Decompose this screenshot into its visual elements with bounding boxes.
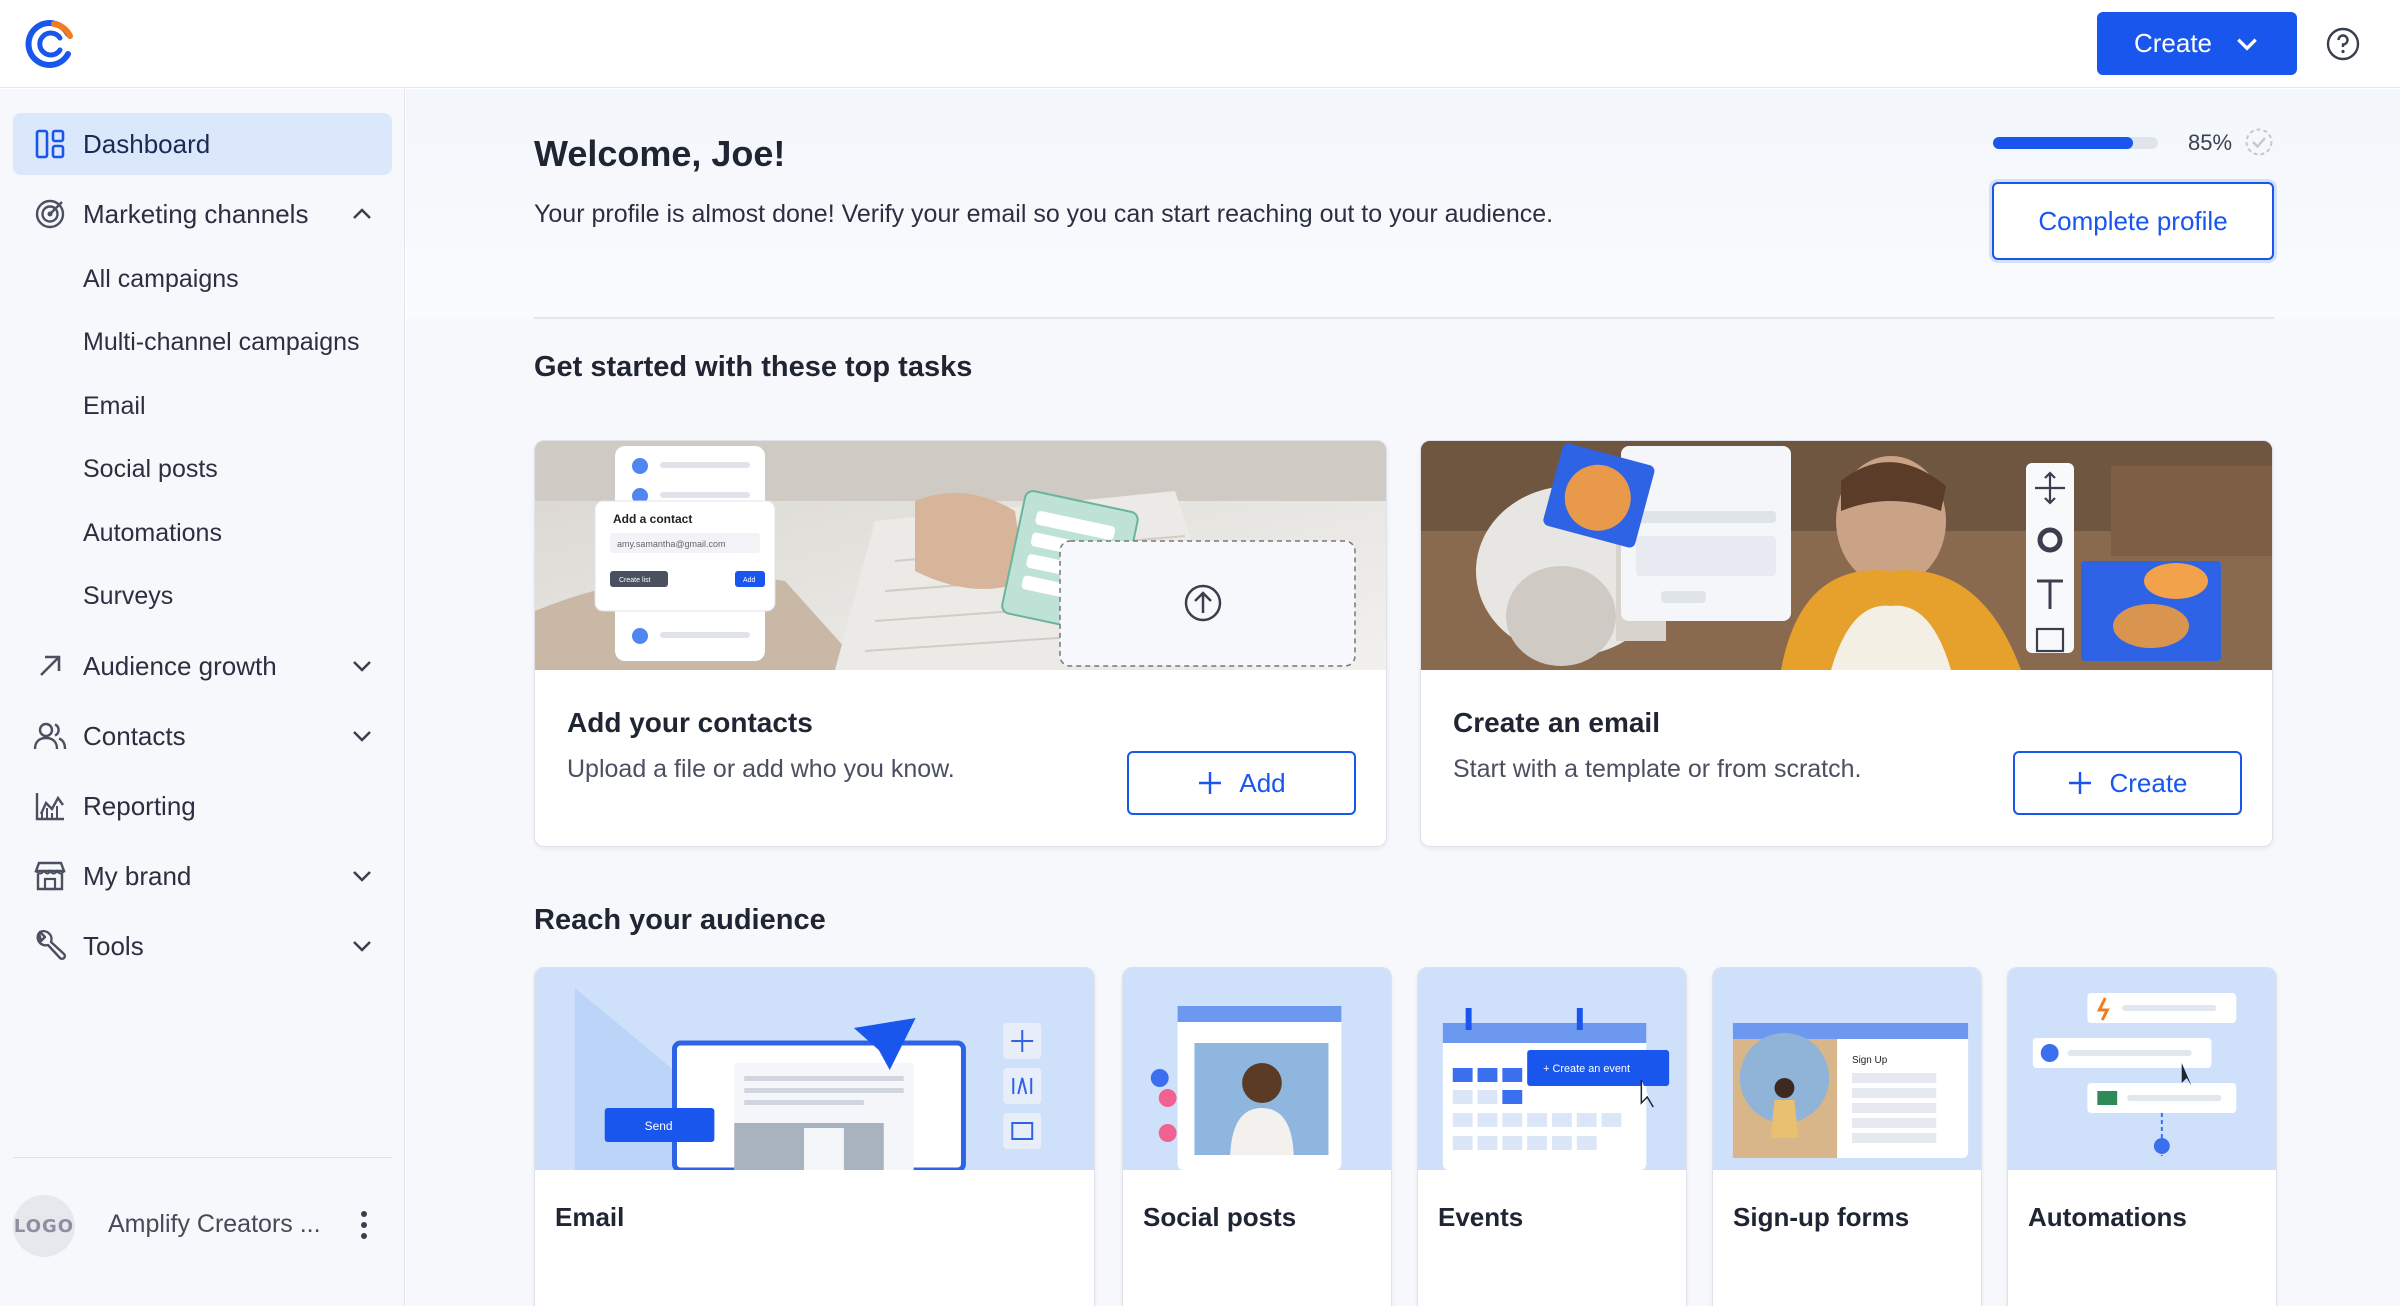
sidebar-item-label: Dashboard <box>83 128 211 159</box>
audience-card-label: Automations <box>2028 1202 2187 1232</box>
target-icon <box>35 199 65 229</box>
sidebar-subitem-email[interactable]: Email <box>83 392 146 421</box>
email-illustration: Send <box>535 968 1094 1170</box>
button-label: Add <box>1239 767 1286 798</box>
arrow-up-right-icon <box>40 655 61 676</box>
audience-card-automations[interactable]: Automations <box>2007 967 2277 1306</box>
sidebar-item-dashboard[interactable]: Dashboard <box>13 113 392 175</box>
illustration-text: Add a contact <box>613 512 692 526</box>
add-contacts-illustration: Add a contact amy.samantha@gmail.com Cre… <box>535 441 1386 670</box>
sidebar-item-label: Reporting <box>83 790 196 821</box>
main-content: Welcome, Joe! Your profile is almost don… <box>406 89 2400 1306</box>
welcome-message: Your profile is almost done! Verify your… <box>534 200 1554 228</box>
welcome-title: Welcome, Joe! <box>534 133 786 174</box>
dashboard-icon <box>35 129 65 159</box>
audience-card-label: Sign-up forms <box>1733 1202 1910 1232</box>
social-posts-illustration <box>1123 968 1391 1170</box>
brand-logo[interactable] <box>24 18 76 70</box>
storefront-icon <box>34 861 66 891</box>
sidebar-item-label: Audience growth <box>83 650 277 681</box>
sidebar-subitem-surveys[interactable]: Surveys <box>83 582 173 611</box>
illustration-text: Sign Up <box>1852 1055 1888 1066</box>
sidebar-item-contacts[interactable]: Contacts <box>13 705 392 767</box>
sidebar-subitem-all-campaigns[interactable]: All campaigns <box>83 265 239 294</box>
audience-card-social-posts[interactable]: Social posts <box>1122 967 1392 1306</box>
profile-progress-fill <box>1993 137 2134 149</box>
task-card-create-email[interactable]: Create an email Start with a template or… <box>1420 440 2273 847</box>
plus-icon <box>1199 772 1222 794</box>
chevron-down-icon <box>2237 38 2257 51</box>
sidebar-item-tools[interactable]: Tools <box>13 915 392 977</box>
audience-card-label: Events <box>1438 1202 1524 1232</box>
plus-icon <box>2069 772 2092 794</box>
automations-illustration <box>2008 968 2276 1170</box>
check-circle-icon <box>2245 128 2273 156</box>
task-card-description: Start with a template or from scratch. <box>1453 755 1862 783</box>
sign-up-forms-illustration: Sign Up <box>1713 968 1981 1170</box>
account-name: Amplify Creators ... <box>108 1210 321 1238</box>
audience-card-email[interactable]: Send Email <box>534 967 1095 1306</box>
wrench-icon <box>36 930 67 961</box>
sidebar-item-marketing-channels[interactable]: Marketing channels <box>13 183 392 245</box>
create-button[interactable]: Create <box>2097 12 2297 75</box>
account-switcher[interactable]: LOGO Amplify Creators ... <box>13 1195 392 1257</box>
top-bar: Create <box>0 0 2400 88</box>
create-button-label: Create <box>2133 28 2213 58</box>
chevron-down-icon <box>353 871 371 882</box>
profile-progress-bar <box>1993 137 2158 149</box>
illustration-text: + Create an event <box>1543 1063 1630 1075</box>
audience-card-events[interactable]: + Create an event Events <box>1417 967 1687 1306</box>
complete-profile-button[interactable]: Complete profile <box>1992 182 2274 260</box>
chevron-down-icon <box>353 731 371 742</box>
sidebar-subitem-automations[interactable]: Automations <box>83 519 222 548</box>
task-card-title: Create an email <box>1453 707 1660 738</box>
sidebar-item-audience-growth[interactable]: Audience growth <box>13 635 392 697</box>
button-label: Create <box>2109 767 2188 798</box>
create-email-button[interactable]: Create <box>2013 751 2242 815</box>
sidebar: Dashboard Marketing channels All campaig… <box>0 89 405 1306</box>
task-card-add-contacts[interactable]: Add a contact amy.samantha@gmail.com Cre… <box>534 440 1387 847</box>
chevron-down-icon <box>353 661 371 672</box>
sidebar-item-reporting[interactable]: Reporting <box>13 775 392 837</box>
chart-icon <box>35 793 64 821</box>
reach-audience-title: Reach your audience <box>534 904 826 936</box>
audience-card-label: Email <box>555 1202 625 1232</box>
profile-progress-percent: 85% <box>2188 130 2233 155</box>
audience-card-label: Social posts <box>1143 1202 1297 1232</box>
audience-card-sign-up-forms[interactable]: Sign Up Sign-up forms <box>1712 967 1982 1306</box>
section-divider <box>534 317 2274 319</box>
illustration-text: Add <box>743 577 756 584</box>
chevron-down-icon <box>353 941 371 952</box>
add-contacts-button[interactable]: Add <box>1127 751 1356 815</box>
sidebar-subitem-social-posts[interactable]: Social posts <box>83 455 218 484</box>
illustration-text: Send <box>645 1119 673 1133</box>
sidebar-divider <box>13 1157 392 1158</box>
help-icon[interactable] <box>2326 27 2360 61</box>
task-card-description: Upload a file or add who you know. <box>567 755 955 783</box>
sidebar-item-label: Contacts <box>83 720 186 751</box>
top-tasks-title: Get started with these top tasks <box>534 351 973 383</box>
illustration-text: Create list <box>619 577 651 584</box>
more-vertical-icon[interactable] <box>358 1209 370 1241</box>
sidebar-item-my-brand[interactable]: My brand <box>13 845 392 907</box>
task-card-title: Add your contacts <box>567 707 813 738</box>
illustration-text: amy.samantha@gmail.com <box>617 539 726 549</box>
sidebar-subitem-multi-channel-campaigns[interactable]: Multi-channel campaigns <box>83 328 360 357</box>
contacts-icon <box>33 722 67 750</box>
sidebar-item-label: My brand <box>83 860 192 891</box>
account-avatar: LOGO <box>13 1195 75 1257</box>
chevron-up-icon <box>353 208 371 219</box>
sidebar-item-label: Marketing channels <box>83 198 309 229</box>
sidebar-item-label: Tools <box>83 930 144 961</box>
create-email-illustration <box>1421 441 2272 670</box>
events-illustration: + Create an event <box>1418 968 1686 1170</box>
